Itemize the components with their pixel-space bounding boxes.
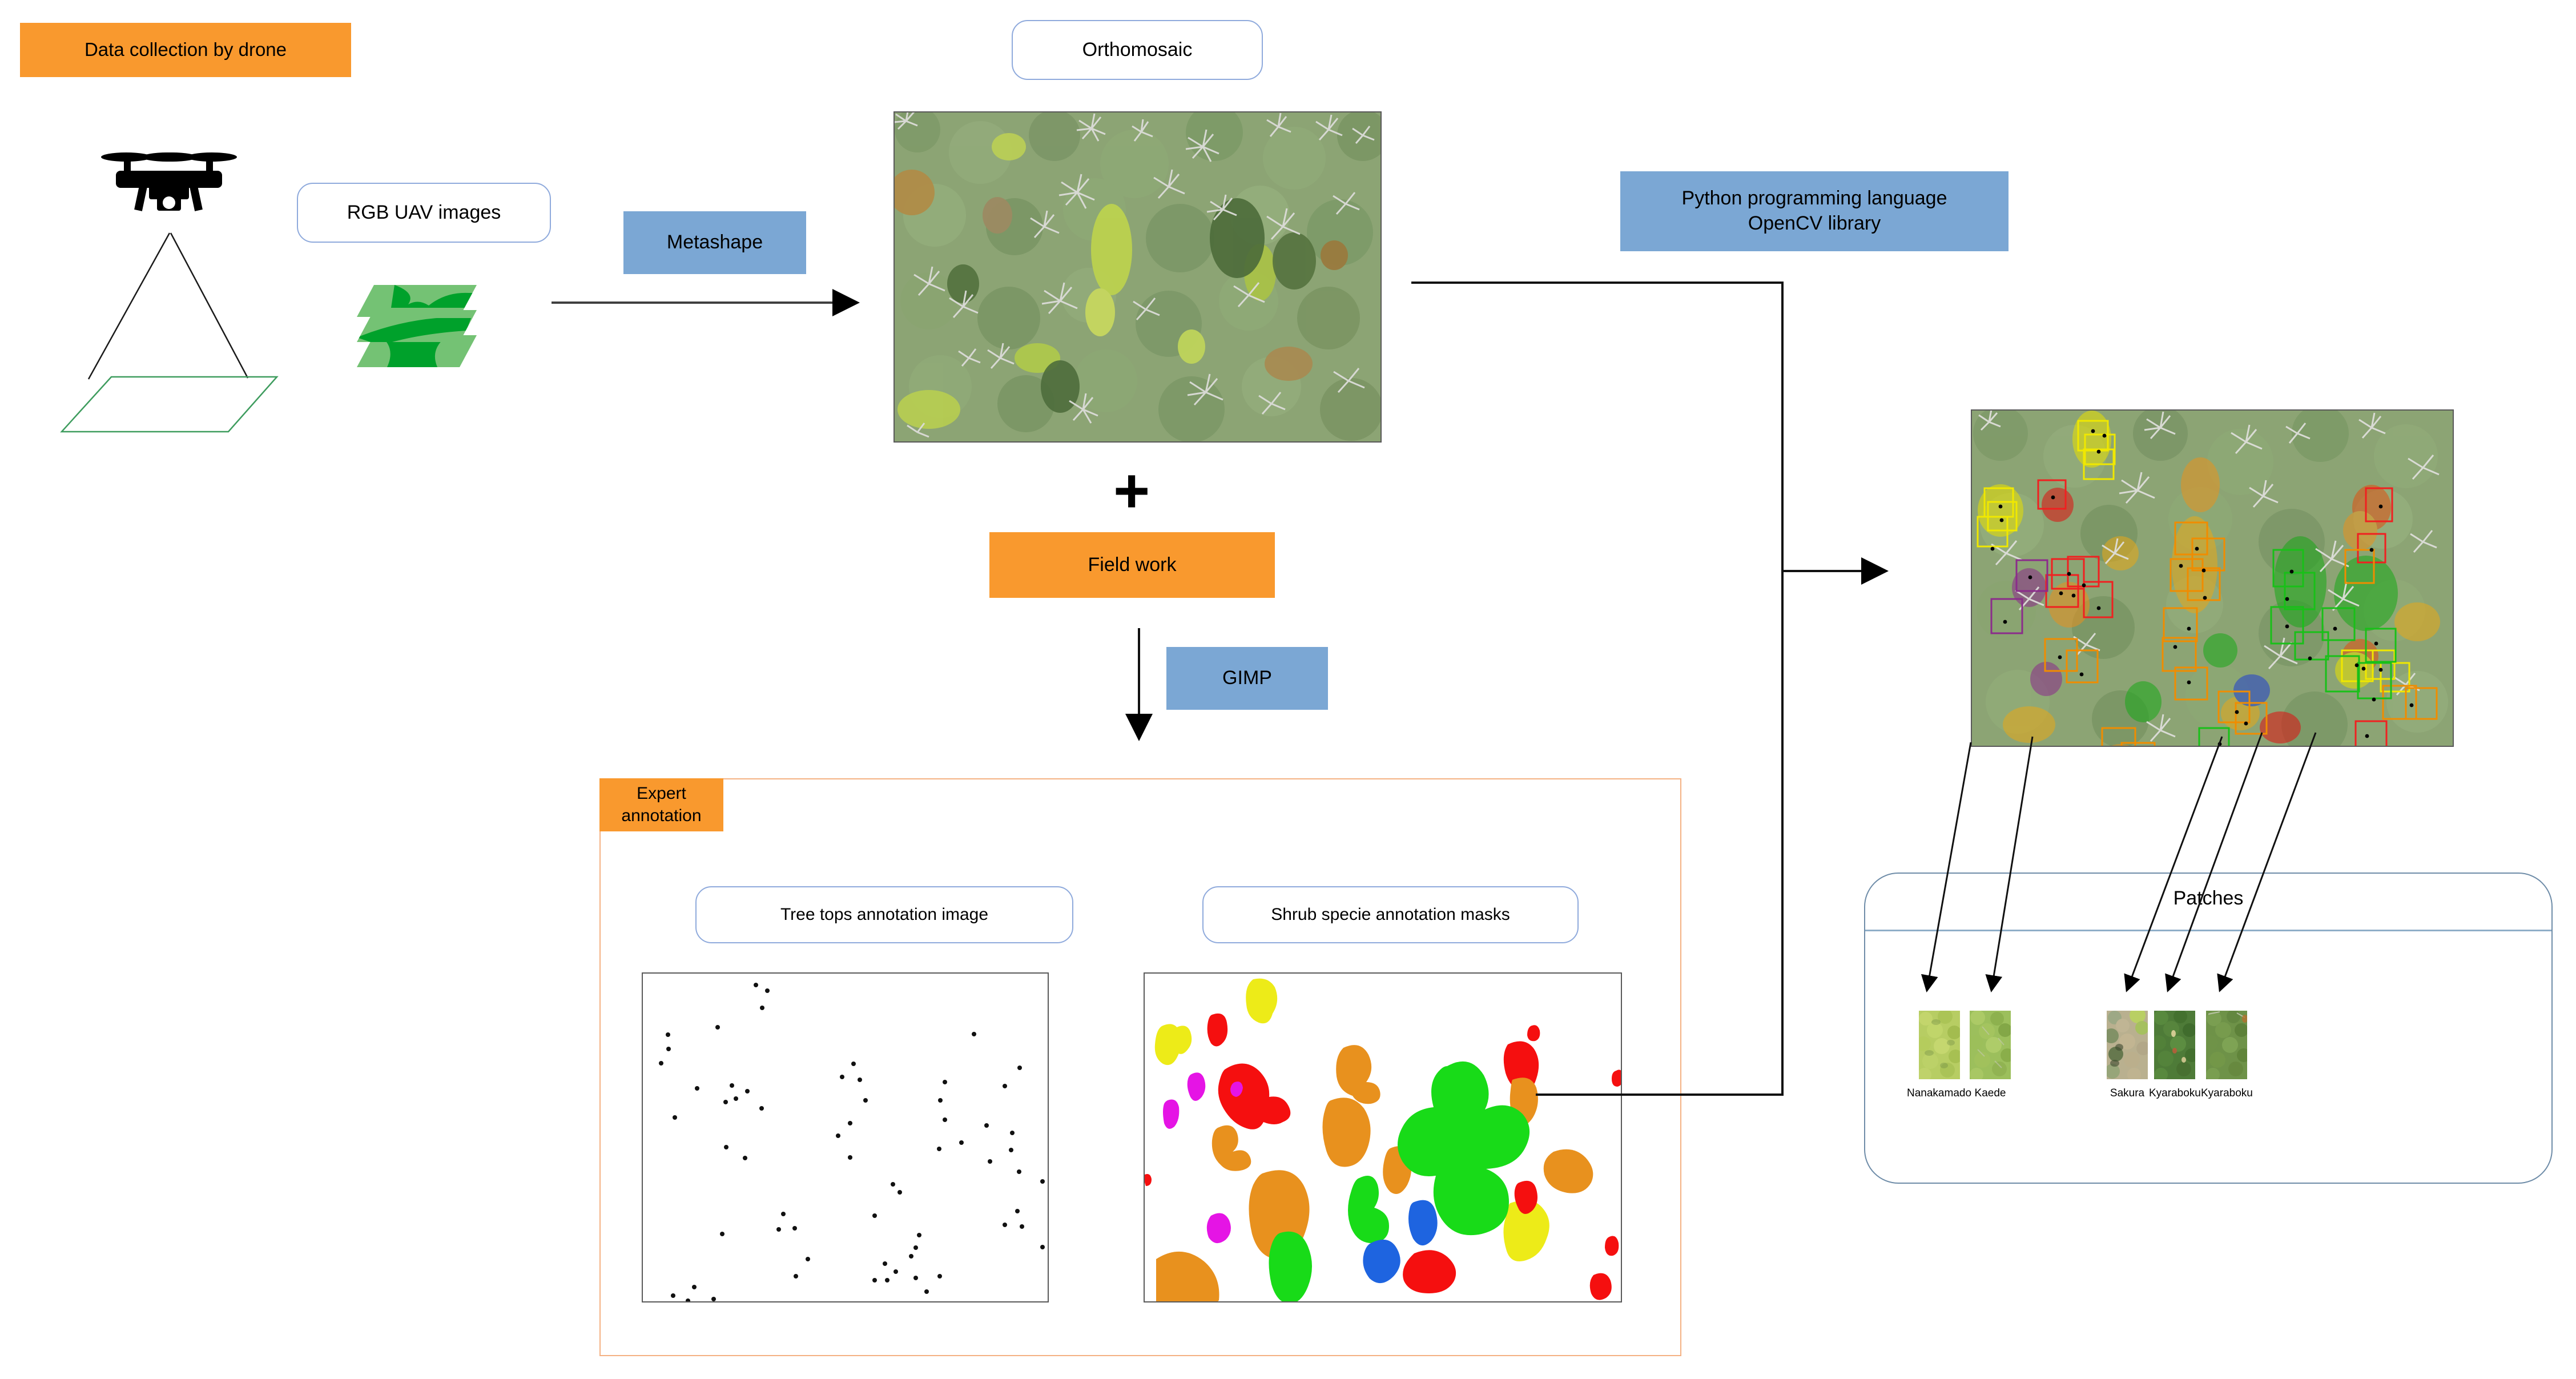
shrub-specie-annotation-masks-image — [1144, 972, 1622, 1302]
plus-sign: + — [1113, 460, 1150, 522]
drone-icon — [100, 146, 237, 220]
patch-item-2: Sakura — [2107, 1011, 2148, 1100]
drone-ground-footprint — [60, 376, 279, 433]
metashape-label: Metashape — [666, 231, 763, 254]
rgb-uav-images-label-box: RGB UAV images — [297, 183, 551, 243]
patch-label: Kyaraboku — [2149, 1087, 2201, 1099]
rgb-uav-images-label: RGB UAV images — [347, 202, 501, 223]
plus-label: + — [1113, 456, 1150, 526]
annotated-orthomosaic-image — [1971, 409, 2454, 747]
tool-metashape: Metashape — [623, 211, 806, 274]
stage-field-work: Field work — [989, 532, 1275, 598]
data-collection-label: Data collection by drone — [84, 39, 287, 61]
orthomosaic-label: Orthomosaic — [1082, 39, 1193, 61]
patch-label: Sakura — [2110, 1087, 2145, 1099]
patch-thumbnail — [2107, 1011, 2148, 1079]
tree-tops-annotation-image — [642, 972, 1049, 1302]
gimp-label: GIMP — [1222, 667, 1272, 689]
stage-data-collection-by-drone: Data collection by drone — [20, 23, 351, 77]
shrub-masks-annotation-label-box: Shrub specie annotation masks — [1202, 886, 1579, 943]
tool-gimp: GIMP — [1166, 647, 1328, 710]
tool-python-opencv: Python programming language OpenCV libra… — [1620, 171, 2009, 251]
patch-thumbnail — [2206, 1011, 2248, 1079]
tree-tops-annotation-label: Tree tops annotation image — [780, 905, 989, 924]
patch-item-3: Kyaraboku — [2149, 1011, 2201, 1100]
tree-tops-annotation-label-box: Tree tops annotation image — [695, 886, 1073, 943]
patch-thumbnail — [1970, 1011, 2011, 1079]
patch-item-4: Kyaraboku — [2201, 1011, 2253, 1100]
patch-item-1: Kaede — [1970, 1011, 2011, 1100]
shrub-masks-annotation-label: Shrub specie annotation masks — [1271, 905, 1510, 924]
patch-label: Kaede — [1974, 1087, 2006, 1099]
patch-label: Nanakamado — [1907, 1087, 1972, 1099]
patch-thumbnail — [1918, 1011, 1960, 1079]
uav-image-layers-icon — [340, 283, 494, 405]
python-opencv-label: Python programming language OpenCV libra… — [1681, 187, 1947, 234]
patch-thumbnail — [2154, 1011, 2196, 1079]
field-work-label: Field work — [1088, 553, 1177, 576]
drone-fov-cone — [87, 232, 249, 380]
patches-divider — [1865, 930, 2551, 931]
orthomosaic-image — [893, 111, 1382, 443]
expert-annotation-label: Expert annotation — [621, 784, 702, 825]
patch-label: Kyaraboku — [2201, 1087, 2253, 1099]
workflow-diagram: Data collection by drone RGB UAV images … — [0, 0, 2576, 1379]
stage-expert-annotation: Expert annotation — [599, 778, 723, 831]
patches-title: Patches — [2173, 887, 2244, 909]
orthomosaic-label-box: Orthomosaic — [1012, 20, 1263, 80]
patch-item-0: Nanakamado — [1907, 1011, 1971, 1100]
